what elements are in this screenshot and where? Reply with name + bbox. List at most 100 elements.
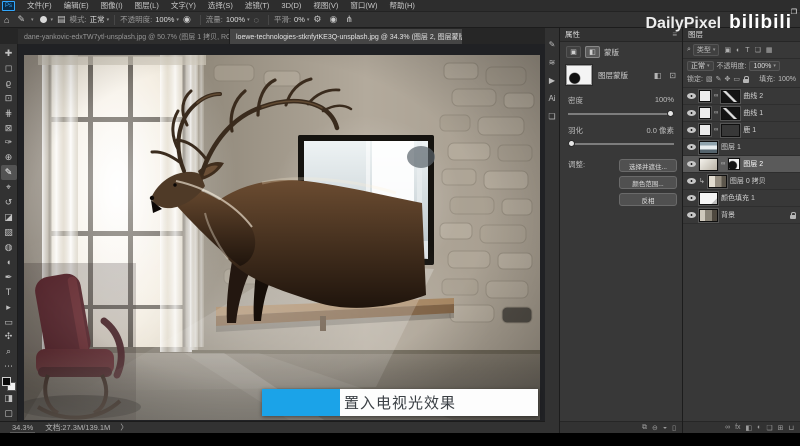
menu-window[interactable]: 窗口(W) xyxy=(344,0,383,11)
tv-layer-thumbnail[interactable] xyxy=(699,141,718,154)
layer-name[interactable]: 图层 0 拷贝 xyxy=(730,176,766,186)
light-layer-thumbnail[interactable] xyxy=(699,158,718,171)
new-group-icon[interactable]: ❏ xyxy=(766,424,772,432)
visibility-eye-icon[interactable] xyxy=(687,127,696,133)
menu-filter[interactable]: 滤镜(T) xyxy=(239,0,276,11)
invert-button[interactable]: 反相 xyxy=(619,193,677,206)
visibility-eye-icon[interactable] xyxy=(687,110,696,116)
adjustment-layer-icon[interactable]: ◐ xyxy=(757,424,761,431)
object-selection-tool[interactable]: ⊡ xyxy=(1,91,17,106)
marquee-tool[interactable]: ◻ xyxy=(1,61,17,76)
layer-name[interactable]: 图层 1 xyxy=(721,142,741,152)
menu-3d[interactable]: 3D(D) xyxy=(275,1,307,10)
menu-view[interactable]: 视图(V) xyxy=(307,0,344,11)
lock-transparency-icon[interactable]: ▧ xyxy=(706,75,713,83)
type-tool[interactable]: T xyxy=(1,285,17,300)
pressure-opacity-icon[interactable]: ◉ xyxy=(183,14,191,25)
history-brush-tool[interactable]: ↺ xyxy=(1,195,17,210)
symmetry-icon[interactable]: ⋔ xyxy=(345,14,353,25)
smoothing-value[interactable]: 0% xyxy=(294,15,305,24)
foreground-color-swatch[interactable] xyxy=(2,377,11,386)
eraser-tool[interactable]: ◪ xyxy=(1,210,17,225)
dodge-tool[interactable]: ◖ xyxy=(1,255,17,270)
menu-help[interactable]: 帮助(H) xyxy=(384,0,421,11)
density-slider[interactable] xyxy=(568,113,674,115)
filter-smartobject-icon[interactable]: ▦ xyxy=(766,46,773,54)
background-thumbnail[interactable] xyxy=(699,209,718,222)
home-icon[interactable]: ⌂ xyxy=(4,15,9,25)
document-tab-2[interactable]: loewe-technologies-stknfytKE3Q-unsplash.… xyxy=(230,29,462,44)
layer-row-curves-1[interactable]: ∞ 曲线 1 xyxy=(683,105,800,122)
fill-layer-thumbnail[interactable] xyxy=(699,192,718,205)
filter-type-select[interactable]: 类型▾ xyxy=(693,44,720,56)
density-value[interactable]: 100% xyxy=(655,95,674,106)
canvas-viewport[interactable]: 置入电视光效果 xyxy=(18,44,545,421)
layer-row-copy[interactable]: ↳ 图层 0 拷贝 xyxy=(683,173,800,190)
density-slider-knob[interactable] xyxy=(667,110,674,117)
brush-settings-icon[interactable]: ✎ xyxy=(549,40,556,49)
airbrush-icon[interactable]: ◌ xyxy=(254,15,259,25)
ps-app-icon[interactable]: Ps xyxy=(2,1,15,11)
filter-shape-icon[interactable]: ❏ xyxy=(755,46,761,54)
filter-adjustment-icon[interactable]: ◐ xyxy=(736,47,740,54)
footer-icon[interactable]: ⊖ xyxy=(652,424,658,432)
eyedropper-tool[interactable]: ✑ xyxy=(1,136,17,151)
panel-toggle-icon[interactable]: ▤ xyxy=(57,14,66,25)
screen-mode-icon[interactable]: ▢ xyxy=(1,406,17,421)
document-tab-1[interactable]: dane-yankovic-edxTW7ytl-unsplash.jpg @ 5… xyxy=(18,29,230,44)
adjustment-mask-thumbnail[interactable] xyxy=(699,90,711,102)
add-mask-icon[interactable]: ◧ xyxy=(746,424,753,432)
footer-icon[interactable]: ◒ xyxy=(663,424,667,431)
layer-name[interactable]: 图层 2 xyxy=(743,159,763,169)
layer-mask-thumbnail[interactable] xyxy=(728,158,740,170)
move-tool[interactable]: ✚ xyxy=(1,46,17,61)
fill-value[interactable]: 100% xyxy=(778,76,796,83)
brushes-icon[interactable]: ≋ xyxy=(549,58,556,67)
feather-slider[interactable] xyxy=(568,143,674,145)
layer-mask-thumbnail[interactable] xyxy=(566,65,592,85)
visibility-eye-icon[interactable] xyxy=(687,144,696,150)
libraries-icon[interactable]: ▶ xyxy=(549,76,555,85)
layer-style-fx-icon[interactable]: fx xyxy=(735,424,740,431)
lasso-tool[interactable]: ϱ xyxy=(1,76,17,91)
color-swatches[interactable] xyxy=(2,377,16,391)
lock-artboard-icon[interactable]: ▭ xyxy=(733,75,740,83)
clone-stamp-tool[interactable]: ⌖ xyxy=(1,180,17,195)
menu-type[interactable]: 文字(Y) xyxy=(165,0,202,11)
menu-image[interactable]: 图像(I) xyxy=(95,0,129,11)
mode-value[interactable]: 正常 xyxy=(90,14,105,25)
quick-mask-icon[interactable]: ◨ xyxy=(1,391,17,406)
visibility-eye-icon[interactable] xyxy=(687,195,696,201)
footer-icon[interactable]: ⧉ xyxy=(642,424,647,432)
menu-layer[interactable]: 图层(L) xyxy=(129,0,165,11)
lock-pixels-icon[interactable]: ✎ xyxy=(716,75,722,83)
brush-tool-icon[interactable]: ✎ xyxy=(17,14,25,25)
layer-name[interactable]: 鹿 1 xyxy=(743,125,756,135)
mask-icon[interactable]: ◧ xyxy=(585,46,600,58)
new-layer-icon[interactable]: ⊞ xyxy=(778,424,784,432)
zoom-level-field[interactable]: 34.3% xyxy=(10,423,35,433)
room-layer-thumbnail[interactable] xyxy=(708,175,727,188)
layer-name[interactable]: 背景 xyxy=(721,210,735,220)
layer-row-fill[interactable]: 颜色填充 1 xyxy=(683,190,800,207)
brush-tool[interactable]: ✎ xyxy=(1,165,17,180)
crop-tool[interactable]: ⋕ xyxy=(1,106,17,121)
curves-thumbnail[interactable] xyxy=(721,107,740,120)
layer-name[interactable]: 曲线 1 xyxy=(743,108,763,118)
flow-value[interactable]: 100% xyxy=(226,15,245,24)
pressure-size-icon[interactable]: ◉ xyxy=(329,14,337,25)
select-and-mask-button[interactable]: 选择并遮住... xyxy=(619,159,677,172)
zoom-tool[interactable]: ⌕ xyxy=(1,344,17,359)
hand-tool[interactable]: ✣ xyxy=(1,330,17,345)
curves-thumbnail[interactable] xyxy=(721,90,740,103)
visibility-eye-icon[interactable] xyxy=(687,161,696,167)
gradient-tool[interactable]: ▨ xyxy=(1,225,17,240)
edit-toolbar-icon[interactable]: ⋯ xyxy=(1,359,17,374)
menu-select[interactable]: 选择(S) xyxy=(202,0,239,11)
footer-icon[interactable]: ▯ xyxy=(672,424,676,432)
status-expand-icon[interactable]: 〉 xyxy=(120,422,128,433)
comments-icon[interactable]: ❏ xyxy=(548,112,555,121)
opacity-value[interactable]: 100% xyxy=(155,15,174,24)
link-layers-icon[interactable]: ∞ xyxy=(725,424,730,431)
healing-brush-tool[interactable]: ⊕ xyxy=(1,150,17,165)
